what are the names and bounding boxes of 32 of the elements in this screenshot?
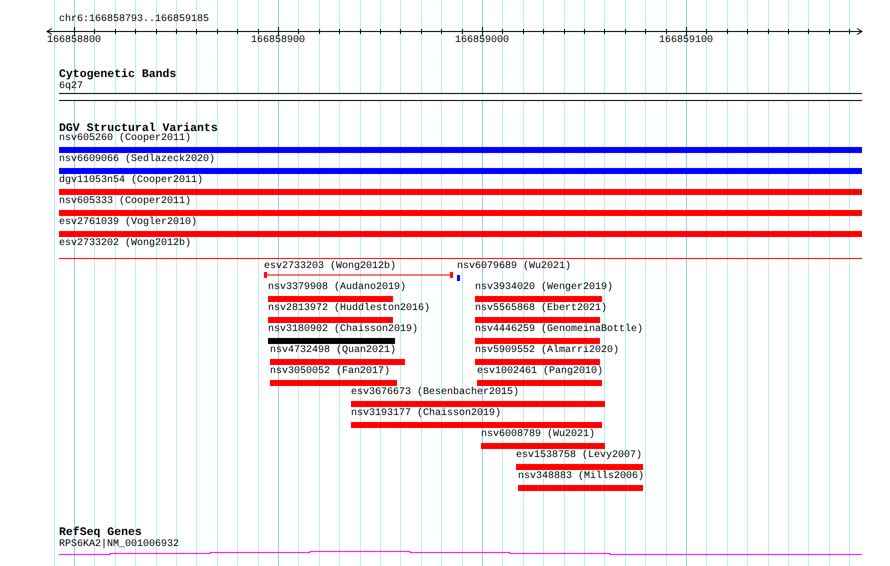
variant-label: esv2733203 (Wong2012b) [264, 261, 396, 273]
variant-label: esv2761039 (Vogler2010) [59, 217, 198, 229]
tick-label: 166859100 [659, 35, 713, 47]
variant-label: nsv5565868 (Ebert2021) [475, 303, 608, 315]
track-title: Cytogenetic Bands [59, 68, 176, 81]
variant-label: nsv5909552 (Almarri2020) [475, 345, 620, 357]
variant-label: nsv3050052 (Fan2017) [270, 366, 390, 378]
variant-label: nsv4732498 (Quan2021) [270, 345, 396, 357]
band-label: 6q27 [59, 81, 84, 93]
variant-label: nsv6008789 (Wu2021) [481, 429, 596, 441]
tick-label: 166859000 [455, 35, 509, 47]
variant-label: nsv4446259 (GenomeinaBottle) [475, 324, 644, 336]
variant-label: esv3676673 (Besenbacher2015) [351, 387, 520, 399]
variant-label: esv2733202 (Wong2012b) [59, 238, 192, 250]
location-label: chr6:166858793..166859185 [59, 14, 210, 26]
variant-label: nsv6609066 (Sedlazeck2020) [59, 154, 216, 166]
variant-label: nsv3180902 (Chaisson2019) [268, 324, 418, 336]
variant-label: nsv2813972 (Huddleston2016) [268, 303, 430, 315]
variant-label: nsv3379908 (Audano2019) [268, 282, 406, 294]
variant-label: nsv605260 (Cooper2011) [59, 133, 192, 145]
variant-label: nsv3193177 (Chaisson2019) [351, 408, 502, 420]
variant-label: esv1002461 (Pang2010) [477, 366, 604, 378]
gene-label: RPS6KA2|NM_001006932 [59, 539, 180, 551]
tick-label: 166858900 [251, 35, 305, 47]
track-title: RefSeq Genes [59, 526, 142, 539]
variant-label: nsv6079689 (Wu2021) [457, 261, 572, 273]
variant-label: dgv11053n54 (Cooper2011) [59, 175, 204, 187]
variant-label: nsv348883 (Mills2006) [518, 471, 644, 483]
variant-label: esv1538758 (Levy2007) [516, 450, 642, 462]
variant-label: nsv3934020 (Wenger2019) [475, 282, 614, 294]
variant-label: nsv605333 (Cooper2011) [59, 196, 192, 208]
tick-label: 166858800 [47, 35, 101, 47]
